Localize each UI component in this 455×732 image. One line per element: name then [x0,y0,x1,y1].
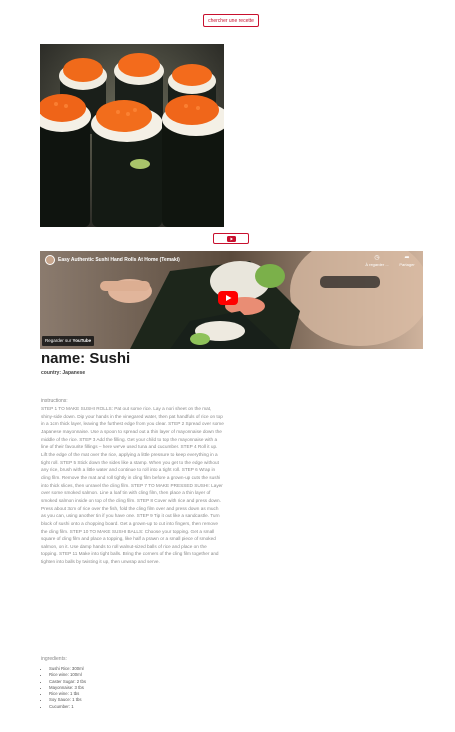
list-item: Cucumber: 1 [49,704,86,710]
search-recipe-button[interactable]: chercher une recette [203,14,259,27]
youtube-wordmark: YouTube [72,338,92,343]
channel-avatar[interactable] [45,255,55,265]
recipe-country: country: Japanese [41,370,86,376]
share-icon: ➦ [404,255,410,261]
watch-later-control[interactable]: ◷ À regarder ... [364,255,390,267]
instructions-label: instructions: [41,398,68,404]
sushi-illustration [40,44,224,227]
youtube-icon [226,235,236,242]
watch-on-youtube[interactable]: Regarder sur YouTube [42,336,95,346]
share-label: Partager [399,262,415,267]
youtube-button[interactable] [213,233,249,244]
video-title[interactable]: Easy Authentic Sushi Hand Rolls At Home … [58,257,180,263]
play-icon[interactable] [218,291,238,305]
watch-on-label: Regarder sur [45,338,72,343]
video-embed[interactable]: Easy Authentic Sushi Hand Rolls At Home … [40,251,423,349]
recipe-name: name: Sushi [41,350,131,367]
list-item: Rice wine: 100ml [49,672,86,678]
clock-icon: ◷ [374,255,380,261]
ingredients-list: Sushi Rice: 300ml Rice wine: 100ml Caste… [41,666,86,710]
share-control[interactable]: ➦ Partager [394,255,420,267]
instructions-text: STEP 1 TO MAKE SUSHI ROLLS: Pat out some… [41,406,224,565]
sushi-photo [40,44,224,227]
watch-later-label: À regarder ... [365,262,389,267]
list-item: Caster Sugar: 2 tbs [49,679,86,685]
ingredients-label: ingredients: [41,656,67,662]
list-item: Soy Sauce: 1 tbs [49,697,86,703]
